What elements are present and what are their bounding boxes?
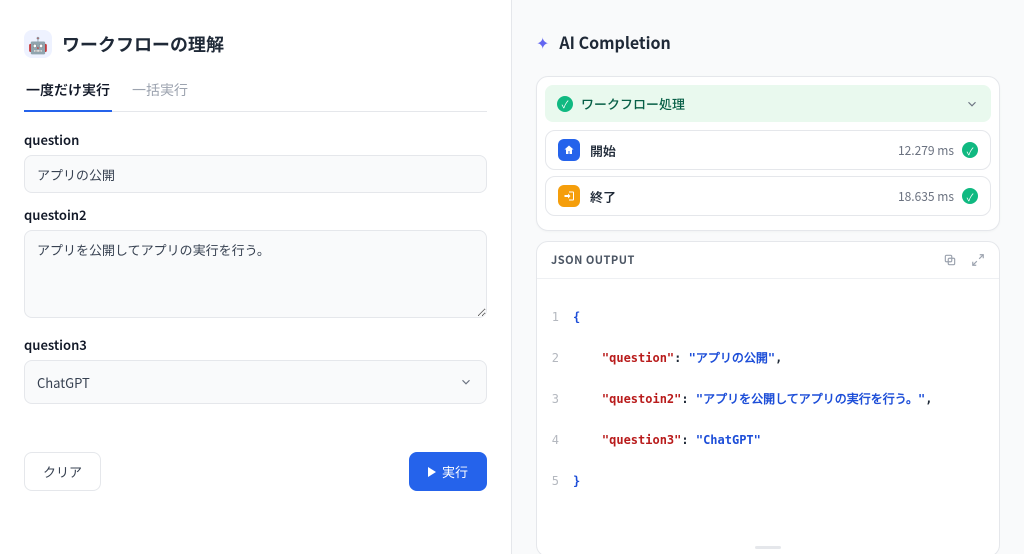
tabs: 一度だけ実行 一括実行: [24, 80, 487, 112]
page-title: ワークフローの理解: [62, 31, 224, 57]
home-icon: [558, 139, 580, 161]
question-input[interactable]: [24, 155, 487, 193]
workflow-step[interactable]: 終了 18.635 ms ✓: [545, 176, 991, 216]
chevron-down-icon: [965, 97, 979, 111]
resize-handle[interactable]: [537, 540, 999, 554]
label-question3: question3: [24, 335, 487, 354]
tab-run-once[interactable]: 一度だけ実行: [24, 80, 112, 112]
exit-icon: [558, 185, 580, 207]
json-output-label: JSON OUTPUT: [551, 252, 635, 268]
step-duration: 12.279 ms: [898, 142, 954, 159]
step-name: 終了: [590, 187, 616, 206]
label-question: question: [24, 130, 487, 149]
questoin2-textarea[interactable]: アプリを公開してアプリの実行を行う。: [24, 230, 487, 318]
workflow-card: ✓ ワークフロー処理 開始 12.279 ms ✓: [536, 76, 1000, 231]
right-panel: ✦ AI Completion ✓ ワークフロー処理 開始 12.279 ms …: [512, 0, 1024, 554]
workflow-step[interactable]: 開始 12.279 ms ✓: [545, 130, 991, 170]
expand-icon[interactable]: [971, 253, 985, 267]
copy-icon[interactable]: [943, 253, 957, 267]
left-panel: 🤖 ワークフローの理解 一度だけ実行 一括実行 question questoi…: [0, 0, 512, 554]
json-output: 1{ 2 "question": "アプリの公開", 3 "questoin2"…: [537, 279, 999, 540]
step-name: 開始: [590, 141, 616, 160]
json-output-card: JSON OUTPUT 1{ 2 "question": "アプリの公開", 3…: [536, 241, 1000, 554]
check-circle-icon: ✓: [557, 96, 573, 112]
check-circle-icon: ✓: [962, 188, 978, 204]
tab-batch-run[interactable]: 一括実行: [130, 80, 190, 112]
completion-title-row: ✦ AI Completion: [536, 30, 1000, 54]
run-button[interactable]: 実行: [409, 452, 487, 491]
run-button-label: 実行: [442, 462, 468, 481]
workflow-header[interactable]: ✓ ワークフロー処理: [545, 85, 991, 122]
label-questoin2: questoin2: [24, 205, 487, 224]
workflow-header-label: ワークフロー処理: [581, 94, 685, 113]
clear-button[interactable]: クリア: [24, 452, 101, 491]
sparkle-icon: ✦: [536, 30, 549, 54]
step-duration: 18.635 ms: [898, 188, 954, 205]
app-icon: 🤖: [24, 30, 52, 58]
completion-title: AI Completion: [559, 30, 670, 54]
check-circle-icon: ✓: [962, 142, 978, 158]
title-row: 🤖 ワークフローの理解: [24, 30, 487, 58]
button-row: クリア 実行: [24, 452, 487, 491]
play-icon: [428, 467, 436, 477]
question3-select[interactable]: ChatGPT: [24, 360, 487, 404]
